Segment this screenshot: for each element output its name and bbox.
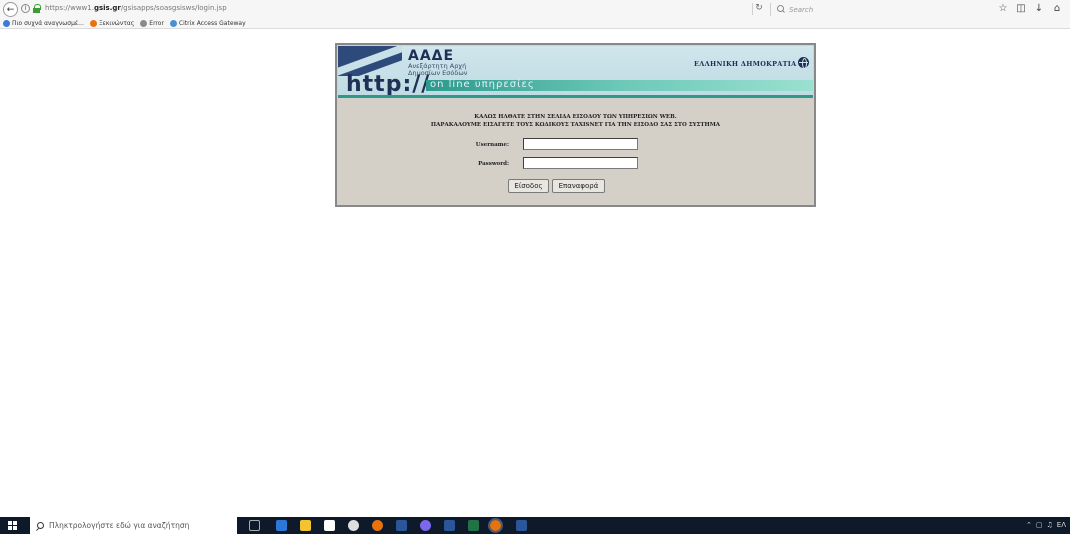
search-icon (36, 521, 44, 530)
bookmark-citrix[interactable]: Citrix Access Gateway (169, 20, 246, 27)
firefox-active-icon[interactable] (488, 518, 503, 533)
firefox-icon (89, 20, 97, 27)
word-icon[interactable] (444, 520, 455, 531)
firefox-icon[interactable] (372, 520, 383, 531)
username-input[interactable] (523, 138, 638, 150)
password-label: Password: (478, 161, 509, 167)
clipboard-icon[interactable]: ◫ (1014, 2, 1028, 16)
online-services-bar: on line υπηρεσίες (426, 79, 813, 91)
bookmark-error[interactable]: Error (140, 20, 164, 27)
republic-label: ΕΛΛΗΝΙΚΗ ΔΗΜΟΚΡΑΤΙΑ (694, 60, 797, 68)
banner-divider (338, 95, 813, 98)
gear-icon (140, 20, 148, 27)
login-frame: ΑΑΔΕ Ανεξάρτητη Αρχή Δημοσίων Εσόδων ΕΛΛ… (335, 43, 816, 207)
windows-start-icon[interactable] (8, 521, 17, 530)
login-button[interactable]: Είσοδος (508, 179, 549, 193)
lock-icon[interactable] (33, 4, 41, 13)
header-banner: ΑΑΔΕ Ανεξάρτητη Αρχή Δημοσίων Εσόδων ΕΛΛ… (338, 46, 813, 95)
home-icon[interactable]: ⌂ (1050, 2, 1064, 16)
bookmark-icon (3, 20, 10, 27)
reload-button[interactable]: ↻ (752, 3, 765, 15)
bookmark-label: Citrix Access Gateway (178, 20, 246, 27)
bookmark-most-visited[interactable]: Πιο συχνά αναγνωσμέ... (3, 20, 84, 27)
citrix-icon (169, 20, 177, 27)
url-path: /gsisapps/soasgsisws/login.jsp (120, 4, 227, 12)
browser-search-input[interactable]: Search (770, 3, 930, 16)
welcome-message: ΚΑΛΩΣ ΗΛΘΑΤΕ ΣΤΗΝ ΣΕΛΙΔΑ ΕΙΣΟΔΟΥ ΤΩΝ ΥΠΗ… (337, 113, 814, 129)
globe-icon (798, 57, 809, 69)
chevron-up-icon[interactable]: ⌃ (1026, 521, 1032, 529)
bookmark-label: Ξεκινώντας (98, 20, 135, 27)
search-icon (777, 5, 786, 14)
url-domain: gsis.gr (93, 4, 121, 12)
bookmark-label: Πιο συχνά αναγνωσμέ... (12, 20, 84, 27)
username-label: Username: (475, 142, 509, 148)
store-icon[interactable] (324, 520, 335, 531)
viber-icon[interactable] (420, 520, 431, 531)
network-icon[interactable]: ▢ (1036, 521, 1043, 529)
windows-taskbar: Πληκτρολογήστε εδώ για αναζήτηση ⌃ ▢ ♫ Ε… (0, 517, 1070, 534)
arrow-left-icon: ← (6, 4, 15, 15)
star-icon[interactable]: ☆ (996, 2, 1010, 16)
bookmark-getting-started[interactable]: Ξεκινώντας (89, 20, 135, 27)
task-view-icon[interactable] (249, 520, 260, 531)
back-button[interactable]: ← (3, 2, 18, 17)
bookmarks-bar: Πιο συχνά αναγνωσμέ... Ξεκινώντας Error … (0, 19, 1070, 29)
language-indicator[interactable]: ΕΛ (1057, 521, 1066, 529)
url-bar[interactable]: https://www1.gsis.gr/gsisapps/soasgsisws… (45, 4, 227, 12)
url-prefix: https://www1. (45, 4, 94, 12)
word-icon[interactable] (516, 520, 527, 531)
system-tray: ⌃ ▢ ♫ ΕΛ (1026, 521, 1066, 529)
word-icon[interactable] (396, 520, 407, 531)
excel-icon[interactable] (468, 520, 479, 531)
taskbar-search-input[interactable]: Πληκτρολογήστε εδώ για αναζήτηση (30, 517, 237, 534)
reset-button[interactable]: Επαναφορά (552, 179, 605, 193)
volume-icon[interactable]: ♫ (1047, 521, 1053, 529)
online-services-text: on line υπηρεσίες (430, 79, 535, 90)
welcome-line2: ΠΑΡΑΚΑΛΟΥΜΕ ΕΙΣΑΓΕΤΕ ΤΟΥΣ ΚΩΔΙΚΟΥΣ TAXIS… (430, 122, 721, 128)
browser-toolbar: ← i https://www1.gsis.gr/gsisapps/soasgs… (0, 0, 1070, 19)
http-logo-text: http:// (346, 72, 431, 96)
bookmark-label: Error (149, 20, 164, 27)
reload-icon: ↻ (755, 3, 763, 13)
search-placeholder: Search (789, 5, 814, 14)
welcome-line1: ΚΑΛΩΣ ΗΛΘΑΤΕ ΣΤΗΝ ΣΕΛΙΔΑ ΕΙΣΟΔΟΥ ΤΩΝ ΥΠΗ… (474, 114, 677, 120)
file-explorer-icon[interactable] (300, 520, 311, 531)
password-input[interactable] (523, 157, 638, 169)
download-icon[interactable]: ↓ (1032, 2, 1046, 16)
edge-icon[interactable] (276, 520, 287, 531)
info-icon[interactable]: i (21, 4, 30, 13)
mail-icon[interactable] (348, 520, 359, 531)
taskbar-search-placeholder: Πληκτρολογήστε εδώ για αναζήτηση (49, 521, 190, 530)
